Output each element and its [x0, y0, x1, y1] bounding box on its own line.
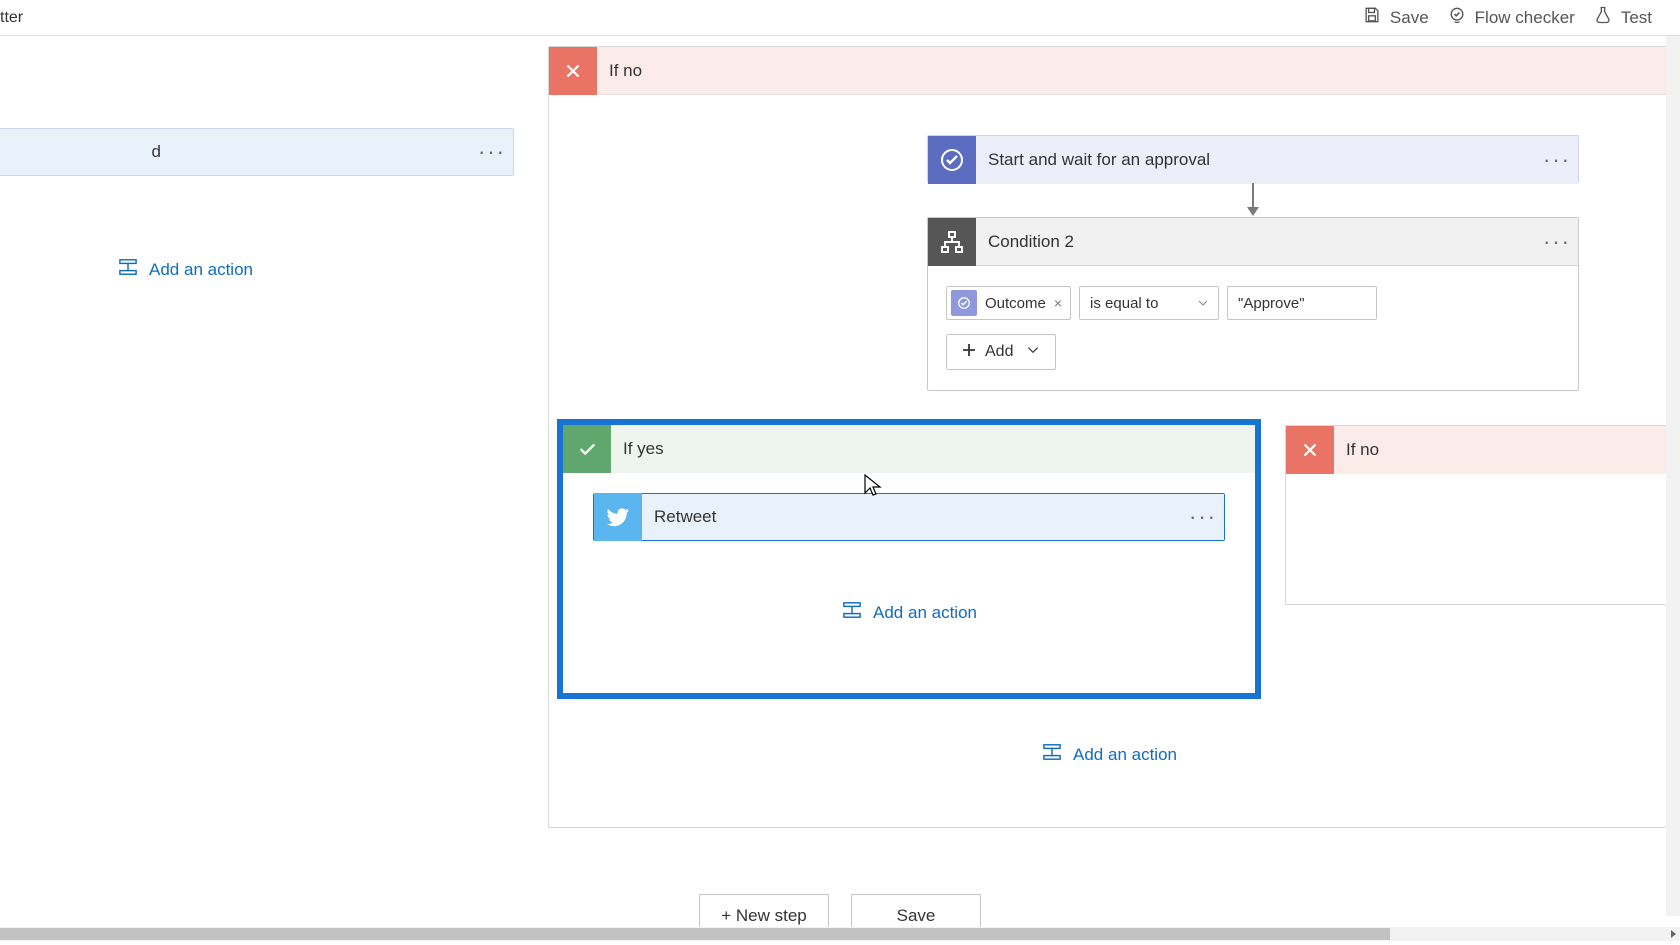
test-label: Test: [1621, 8, 1652, 28]
outer-add-action-label: Add an action: [1073, 745, 1177, 765]
remove-token-icon[interactable]: ×: [1054, 295, 1062, 311]
outcome-token-icon: [951, 290, 977, 316]
partial-action-card-title: d: [0, 142, 471, 162]
save-button[interactable]: Save: [1362, 5, 1429, 30]
approval-title: Start and wait for an approval: [976, 150, 1536, 170]
approval-action-card[interactable]: Start and wait for an approval ···: [927, 135, 1579, 183]
bottom-save-label: Save: [897, 906, 936, 926]
outer-add-action-button[interactable]: Add an action: [549, 743, 1669, 766]
outer-if-no-branch: If no Start and wait for an approval ···…: [548, 46, 1670, 828]
condition-add-label: Add: [985, 343, 1013, 361]
page-title-fragment: tter: [0, 9, 23, 27]
inner-if-yes-header[interactable]: If yes: [563, 425, 1255, 473]
approval-icon: [928, 136, 976, 184]
new-step-label: + New step: [721, 906, 807, 926]
x-icon: [549, 47, 597, 95]
chevron-down-icon: [1025, 342, 1041, 363]
insert-step-icon: [117, 258, 139, 281]
x-icon: [1286, 426, 1334, 474]
vertical-scrollbar[interactable]: [1666, 36, 1680, 916]
test-icon: [1593, 5, 1613, 30]
designer-canvas[interactable]: d ··· Add an action If no Start and wait…: [0, 36, 1680, 945]
condition-row: Outcome × is equal to "Approve": [946, 286, 1560, 320]
save-label: Save: [1390, 8, 1429, 28]
check-icon: [563, 425, 611, 473]
retweet-action-card[interactable]: Retweet ···: [593, 493, 1225, 541]
test-button[interactable]: Test: [1593, 5, 1652, 30]
scroll-right-arrow-icon[interactable]: [1666, 927, 1680, 941]
inner-if-no-label: If no: [1334, 440, 1379, 460]
connector-arrowhead-icon: [1247, 207, 1259, 216]
horizontal-scrollbar[interactable]: [0, 927, 1680, 941]
condition-more-icon[interactable]: ···: [1536, 229, 1578, 255]
condition-card[interactable]: Condition 2 ··· Outcome × is equal to: [927, 217, 1579, 391]
partial-action-card[interactable]: d ···: [0, 128, 514, 176]
if-yes-add-action-button[interactable]: Add an action: [563, 601, 1255, 624]
inner-if-no-header[interactable]: If no: [1286, 426, 1680, 474]
left-add-action-label: Add an action: [149, 260, 253, 280]
condition-body: Outcome × is equal to "Approve" Add: [928, 266, 1578, 390]
plus-icon: [961, 342, 977, 363]
twitter-icon: [594, 493, 642, 541]
condition-add-button[interactable]: Add: [946, 334, 1056, 370]
flow-checker-button[interactable]: Flow checker: [1447, 5, 1575, 30]
condition-operator-value: is equal to: [1090, 295, 1158, 312]
if-yes-add-action-label: Add an action: [873, 603, 977, 623]
flow-checker-label: Flow checker: [1475, 8, 1575, 28]
approval-more-icon[interactable]: ···: [1536, 147, 1578, 173]
left-add-action-button[interactable]: Add an action: [60, 258, 310, 281]
condition-header[interactable]: Condition 2 ···: [928, 218, 1578, 266]
insert-step-icon: [1041, 743, 1063, 766]
condition-icon: [928, 218, 976, 266]
chevron-down-icon: [1196, 296, 1210, 314]
outcome-token-label: Outcome: [985, 295, 1046, 312]
partial-action-card-more-icon[interactable]: ···: [471, 139, 513, 165]
condition-value-input[interactable]: "Approve": [1227, 286, 1377, 320]
condition-operator-select[interactable]: is equal to: [1079, 286, 1219, 320]
retweet-title: Retweet: [642, 507, 1182, 527]
outer-if-no-header[interactable]: If no: [549, 47, 1669, 95]
flow-checker-icon: [1447, 5, 1467, 30]
condition-value-text: "Approve": [1238, 295, 1305, 312]
condition-title: Condition 2: [976, 232, 1536, 252]
inner-if-yes-label: If yes: [611, 439, 664, 459]
inner-if-yes-branch[interactable]: If yes Retweet ··· Add an action: [563, 425, 1255, 693]
top-toolbar-actions: Save Flow checker Test: [1362, 5, 1680, 30]
save-icon: [1362, 5, 1382, 30]
insert-step-icon: [841, 601, 863, 624]
horizontal-scrollbar-thumb[interactable]: [0, 928, 1390, 940]
outer-if-no-label: If no: [597, 61, 642, 81]
top-toolbar: tter Save Flow checker Test: [0, 0, 1680, 36]
condition-left-operand[interactable]: Outcome ×: [946, 286, 1071, 320]
retweet-more-icon[interactable]: ···: [1182, 504, 1224, 530]
inner-if-no-branch[interactable]: If no Add an action: [1285, 425, 1680, 605]
